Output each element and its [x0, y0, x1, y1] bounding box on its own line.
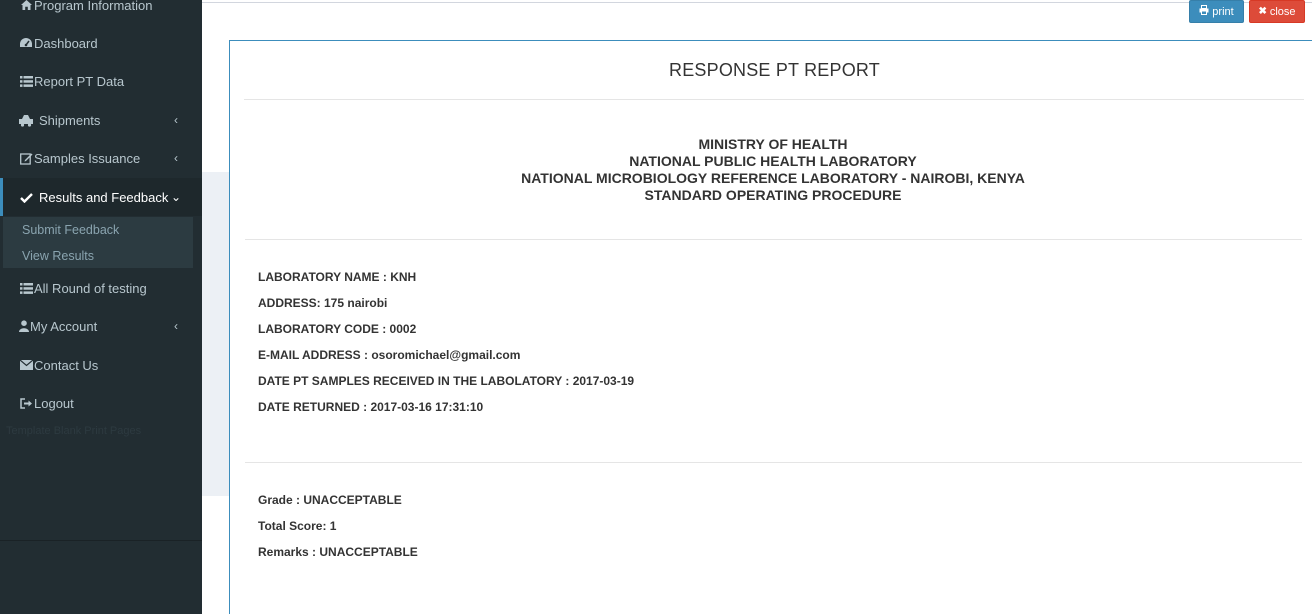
sidebar-item-samples-issuance[interactable]: Samples Issuance ‹ [0, 139, 202, 177]
report-title: RESPONSE PT REPORT [669, 60, 880, 80]
sidebar-item-logout[interactable]: Logout [0, 384, 202, 422]
close-button-label: close [1269, 5, 1296, 18]
check-icon [18, 192, 34, 203]
sidebar-item-dashboard[interactable]: Dashboard [0, 24, 202, 62]
heading-divider [245, 239, 1302, 240]
title-divider [244, 99, 1304, 100]
envelope-icon [18, 360, 34, 370]
laboratory-name: LABORATORY NAME : KNH [258, 270, 417, 284]
home-icon [18, 0, 34, 11]
date-received: DATE PT SAMPLES RECEIVED IN THE LABOLATO… [258, 374, 635, 388]
sidebar-divider [0, 540, 202, 541]
sidebar-item-label: Logout [34, 395, 74, 411]
sidebar-item-my-account[interactable]: My Account ‹ [0, 307, 202, 345]
user-icon [18, 320, 30, 332]
sidebar-item-results-and-feedback[interactable]: Results and Feedback ⌄ [0, 178, 202, 216]
report-heading: MINISTRY OF HEALTH NATIONAL PUBLIC HEALT… [445, 136, 1101, 204]
sidebar-item-label: Results and Feedback [39, 189, 169, 205]
laboratory-address: ADDRESS: 175 nairobi [258, 296, 388, 310]
total-score: Total Score: 1 [258, 519, 337, 533]
sidebar-item-label: All Round of testing [34, 280, 147, 296]
sidebar-item-label: Contact Us [34, 357, 99, 373]
print-icon [1199, 5, 1209, 18]
remarks: Remarks : UNACCEPTABLE [258, 545, 418, 559]
sidebar-item-label: Program Information [34, 0, 153, 13]
sidebar-item-contact-us[interactable]: Contact Us [0, 346, 202, 384]
sign-out-icon [18, 397, 34, 409]
heading-line: MINISTRY OF HEALTH [698, 136, 848, 152]
heading-line: STANDARD OPERATING PROCEDURE [644, 187, 902, 203]
print-button[interactable]: print [1189, 0, 1244, 23]
close-button[interactable]: ✖ close [1249, 0, 1305, 23]
list-icon [18, 75, 34, 87]
chevron-left-icon: ‹ [174, 113, 178, 127]
edit-icon [18, 152, 34, 165]
heading-line: NATIONAL MICROBIOLOGY REFERENCE LABORATO… [521, 170, 1025, 186]
chevron-down-icon: ⌄ [170, 190, 181, 204]
print-button-label: print [1212, 5, 1234, 18]
date-returned: DATE RETURNED : 2017-03-16 17:31:10 [258, 400, 484, 414]
sidebar-item-all-round-of-testing[interactable]: All Round of testing [0, 269, 202, 307]
faint-footer-text: Template Blank Print Pages [6, 425, 142, 437]
content-side-panel [202, 172, 230, 496]
grade: Grade : UNACCEPTABLE [258, 493, 402, 507]
top-divider [202, 2, 1312, 3]
results-submenu: Submit Feedback View Results [3, 217, 193, 268]
close-icon: ✖ [1258, 6, 1267, 17]
info-divider [245, 462, 1302, 463]
list-icon [18, 282, 34, 294]
laboratory-code: LABORATORY CODE : 0002 [258, 322, 417, 336]
heading-line: NATIONAL PUBLIC HEALTH LABORATORY [629, 153, 917, 169]
dashboard-icon [18, 37, 34, 49]
sidebar-item-label: Dashboard [34, 35, 98, 51]
sidebar-item-label: Report PT Data [34, 73, 125, 89]
sidebar-item-shipments[interactable]: Shipments ‹ [0, 101, 202, 139]
submenu-item-submit-feedback[interactable]: Submit Feedback [22, 223, 119, 237]
sidebar-item-label: My Account [30, 318, 98, 334]
sidebar-item-program-information[interactable]: Program Information [0, 0, 202, 24]
sidebar: Program Information Dashboard Report PT … [0, 0, 202, 614]
chevron-left-icon: ‹ [174, 151, 178, 165]
chevron-left-icon: ‹ [174, 319, 178, 333]
email-address: E-MAIL ADDRESS : osoromichael@gmail.com [258, 348, 521, 362]
ambulance-icon [18, 114, 34, 127]
sidebar-item-report-pt-data[interactable]: Report PT Data [0, 62, 202, 100]
submenu-item-view-results[interactable]: View Results [22, 249, 94, 263]
sidebar-item-label: Samples Issuance [34, 150, 141, 166]
sidebar-item-label: Shipments [39, 112, 101, 128]
